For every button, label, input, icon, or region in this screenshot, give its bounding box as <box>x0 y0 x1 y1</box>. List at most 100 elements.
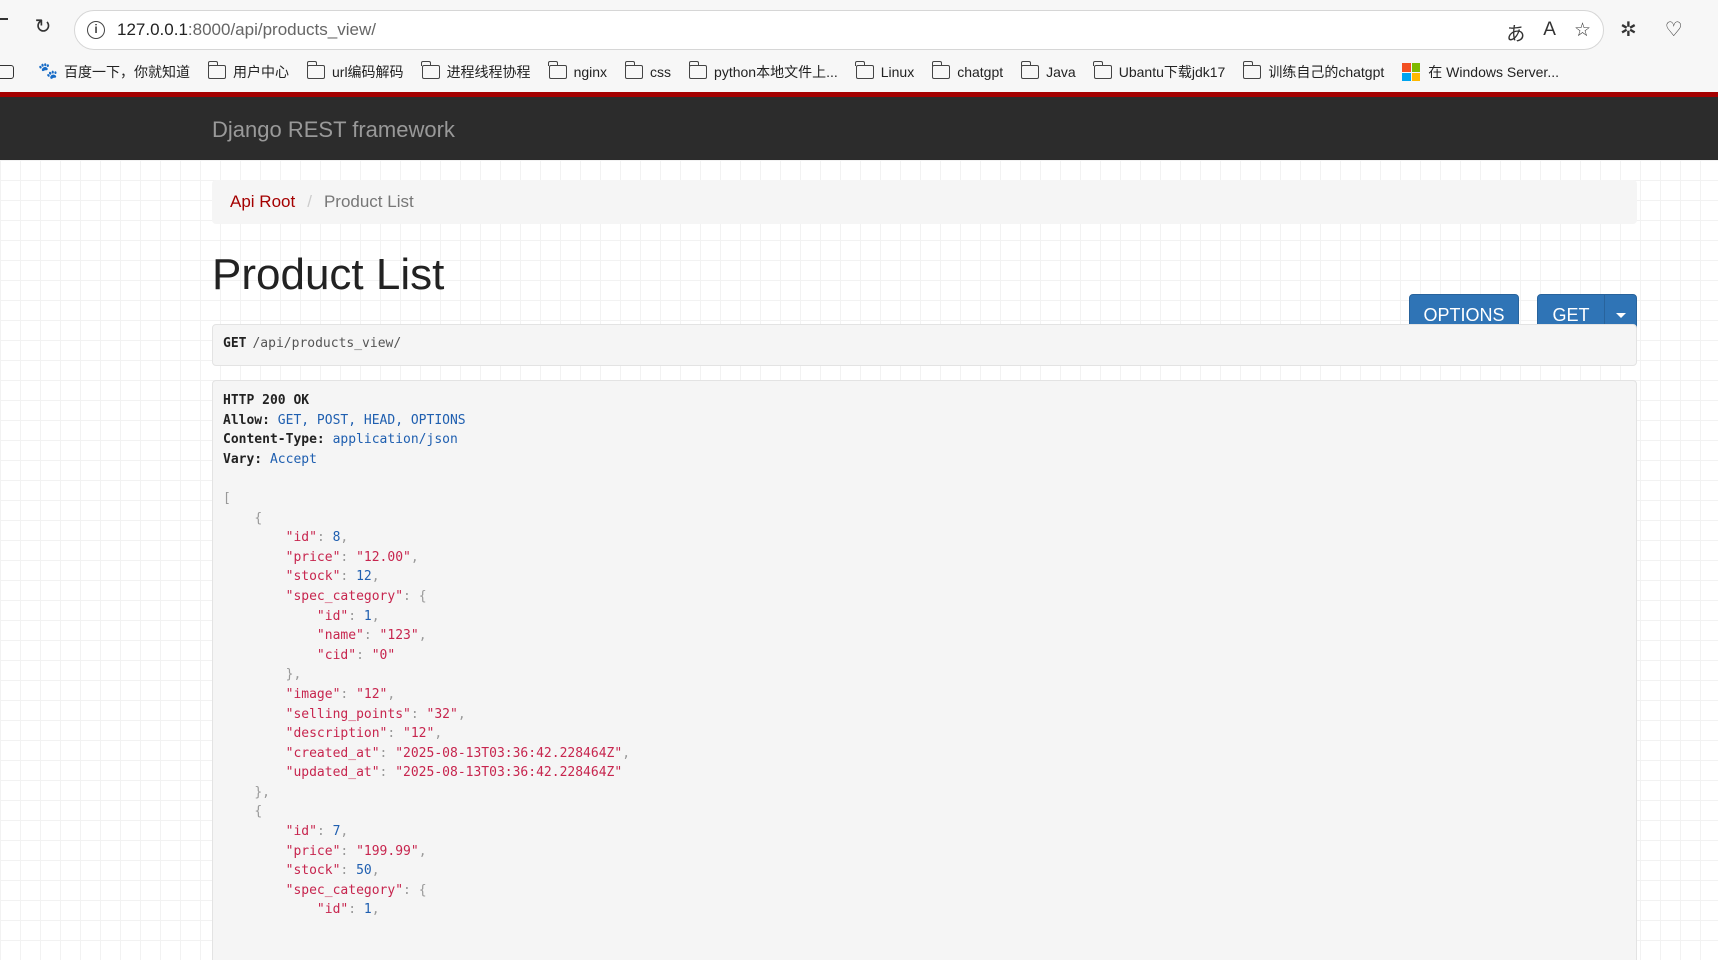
folder-icon <box>1093 61 1112 79</box>
bookmark-item[interactable]: Ubantu下载jdk17 <box>1093 61 1225 82</box>
json-line: "updated_at": "2025-08-13T03:36:42.22846… <box>223 763 1626 783</box>
bookmark-label: chatgpt <box>957 64 1004 80</box>
request-method: GET <box>223 336 247 351</box>
bookmark-item[interactable]: css <box>624 61 672 80</box>
navbar-brand[interactable]: Django REST framework <box>212 117 455 143</box>
bookmark-label: css <box>650 64 672 80</box>
code-token: }, <box>285 667 302 683</box>
bookmark-item[interactable]: python本地文件上... <box>688 61 838 82</box>
json-value: "32" <box>426 706 458 722</box>
json-key: "image" <box>285 686 341 702</box>
code-token: : <box>403 588 419 604</box>
bookmark-item[interactable]: Java <box>1020 61 1076 80</box>
site-info-icon[interactable]: i <box>87 21 105 39</box>
folder-icon <box>1020 61 1040 79</box>
json-line: "price": "199.99", <box>223 842 1626 862</box>
code-line: { <box>223 802 1626 822</box>
breadcrumb-separator: / <box>307 192 312 211</box>
favorite-star-icon[interactable]: ☆ <box>1574 19 1591 46</box>
bookmark-item[interactable]: 训练自己的chatgpt <box>1242 61 1384 82</box>
get-button-label: GET <box>1552 304 1590 325</box>
json-line: "id": 8, <box>223 528 1626 548</box>
extensions-icon[interactable]: ✲ <box>1620 17 1637 42</box>
json-line: "spec_category": { <box>223 587 1626 607</box>
code-token: : <box>410 706 427 722</box>
address-bar[interactable]: i 127.0.0.1:8000/api/products_view/ あ A … <box>74 10 1604 50</box>
json-key: "updated_at" <box>285 765 380 781</box>
code-token: , <box>371 569 380 585</box>
url-text[interactable]: 127.0.0.1:8000/api/products_view/ <box>117 20 376 40</box>
code-token: , <box>418 843 427 859</box>
bookmark-label: 用户中心 <box>233 64 289 80</box>
browser-toolbar: ↻ i 127.0.0.1:8000/api/products_view/ あ … <box>0 0 1718 52</box>
caret-down-icon <box>1615 312 1626 318</box>
json-key: "description" <box>285 726 388 742</box>
json-value: 1 <box>363 608 372 624</box>
bookmark-item[interactable]: 用户中心 <box>207 61 289 82</box>
translate-icon[interactable]: あ <box>1506 19 1525 46</box>
response-status: HTTP 200 OK <box>223 393 310 408</box>
code-token: : <box>348 902 364 918</box>
url-path: :8000/api/products_view/ <box>187 20 376 39</box>
json-value: 12 <box>356 569 372 585</box>
json-key: "cid" <box>316 647 357 663</box>
breadcrumb-api-root[interactable]: Api Root <box>230 192 295 212</box>
json-line: "id": 7, <box>223 822 1626 842</box>
code-token: , <box>371 902 380 918</box>
code-token: [ <box>223 490 231 506</box>
json-key: "name" <box>316 628 364 644</box>
sidebar-toggle-icon[interactable] <box>0 65 14 79</box>
bookmark-item[interactable]: nginx <box>548 61 608 80</box>
header-value: Accept <box>269 451 317 467</box>
code-token: : <box>316 530 333 546</box>
folder-icon <box>688 61 708 79</box>
folder-icon <box>306 61 325 79</box>
code-line: { <box>223 509 1626 529</box>
json-key: "price" <box>285 549 341 565</box>
bookmark-item[interactable]: 🐾 百度一下，你就知道 <box>38 62 190 82</box>
folder-icon <box>1242 61 1262 79</box>
code-token: , <box>371 608 380 624</box>
code-token: : <box>348 608 364 624</box>
bookmark-label: Linux <box>880 64 915 80</box>
bookmark-item[interactable]: 在 Windows Server... <box>1402 62 1559 82</box>
code-token: }, <box>254 784 270 800</box>
header-key: Allow: <box>223 412 270 428</box>
bookmark-item[interactable]: Linux <box>855 61 915 80</box>
json-key: "id" <box>316 902 349 918</box>
bookmark-label: nginx <box>573 64 608 80</box>
code-token: , <box>371 863 380 879</box>
code-token: { <box>418 588 427 604</box>
read-aloud-icon[interactable]: A <box>1543 19 1556 46</box>
folder-icon <box>855 61 874 79</box>
back-icon[interactable] <box>0 18 8 20</box>
bookmark-item[interactable]: 进程线程协程 <box>421 61 531 82</box>
code-token: : <box>356 647 372 663</box>
json-key: "id" <box>316 608 349 624</box>
bookmark-item[interactable]: url编码解码 <box>306 61 404 82</box>
extensions-area: ✲ ♡ <box>1620 17 1683 42</box>
code-token: , <box>340 824 349 840</box>
browser-essentials-icon[interactable]: ♡ <box>1665 17 1683 42</box>
code-token: : <box>379 765 396 781</box>
response-header: Content-Type: application/json <box>223 430 1626 450</box>
bookmark-item[interactable]: chatgpt <box>931 61 1004 80</box>
json-value: "123" <box>379 628 419 644</box>
reload-icon[interactable]: ↻ <box>33 17 53 37</box>
bookmark-label: 进程线程协程 <box>446 64 531 80</box>
